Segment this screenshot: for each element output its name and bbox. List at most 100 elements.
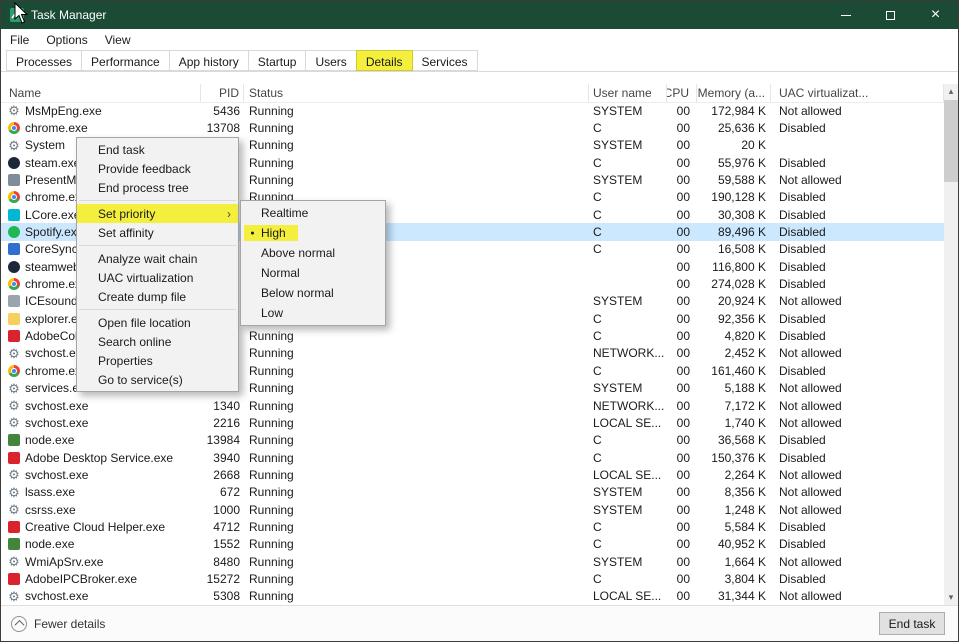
table-row[interactable]: AdobeIPCBroker.exe 15272 Running C 00 3,804 K… bbox=[1, 570, 944, 587]
menu-item-set-priority[interactable]: Set priority › bbox=[77, 204, 238, 223]
table-row[interactable]: svchost.exe 2216 Running LOCAL SE... 00 1,740… bbox=[1, 414, 944, 431]
cell-user-name: NETWORK... bbox=[593, 398, 665, 413]
menu-item-provide-feedback[interactable]: Provide feedback bbox=[77, 159, 238, 178]
menu-item-set-affinity[interactable]: Set affinity bbox=[77, 223, 238, 242]
column-header-status[interactable]: Status bbox=[244, 84, 589, 102]
tab-startup[interactable]: Startup bbox=[247, 50, 307, 71]
cell-status: Running bbox=[249, 398, 294, 413]
cell-memory: 116,800 K bbox=[712, 259, 766, 274]
table-row[interactable]: svchost.exe 5308 Running LOCAL SE... 00 31,34… bbox=[1, 588, 944, 605]
minimize-button[interactable] bbox=[823, 1, 868, 29]
cell-user-name: LOCAL SE... bbox=[593, 589, 662, 604]
scroll-up-icon[interactable]: ▴ bbox=[944, 84, 958, 99]
menu-file[interactable]: File bbox=[10, 33, 29, 47]
chrome-icon bbox=[8, 122, 20, 135]
scroll-down-icon[interactable]: ▾ bbox=[944, 590, 958, 605]
table-row[interactable]: csrss.exe 1000 Running SYSTEM 00 1,248 K Not a… bbox=[1, 501, 944, 518]
cell-memory: 161,460 K bbox=[711, 363, 766, 378]
table-row[interactable]: Creative Cloud Helper.exe 4712 Running C 00 5… bbox=[1, 518, 944, 535]
cell-cpu: 00 bbox=[676, 121, 690, 136]
column-header-memory[interactable]: Memory (a... bbox=[697, 84, 771, 102]
menu-item-label: UAC virtualization bbox=[98, 270, 194, 285]
table-row[interactable]: MsMpEng.exe 5436 Running SYSTEM 00 172,984 K N… bbox=[1, 102, 944, 119]
submenu-item-label: Normal bbox=[261, 266, 300, 280]
cell-cpu: 00 bbox=[676, 571, 690, 586]
submenu-item-below-normal[interactable]: Below normal bbox=[241, 283, 385, 303]
cell-memory: 4,820 K bbox=[724, 329, 766, 344]
menu-item-end-process-tree[interactable]: End process tree bbox=[77, 178, 238, 197]
menu-item-label: Analyze wait chain bbox=[98, 251, 198, 266]
radio-dot-icon: ● bbox=[250, 229, 255, 237]
submenu-item-realtime[interactable]: Realtime bbox=[241, 203, 385, 223]
cell-cpu: 00 bbox=[676, 450, 690, 465]
column-header-uac-virtualization[interactable]: UAC virtualizat... bbox=[771, 84, 944, 102]
cell-pid: 672 bbox=[219, 485, 240, 500]
table-row[interactable]: node.exe 1552 Running C 00 40,952 K Disabled bbox=[1, 536, 944, 553]
cell-memory: 7,172 K bbox=[724, 398, 766, 413]
submenu-item-normal[interactable]: Normal bbox=[241, 263, 385, 283]
cell-cpu: 00 bbox=[676, 398, 690, 413]
table-row[interactable]: WmiApSrv.exe 8480 Running SYSTEM 00 1,664 K No… bbox=[1, 553, 944, 570]
tab-users[interactable]: Users bbox=[305, 50, 357, 71]
submenu-item-high[interactable]: ● High bbox=[241, 223, 385, 243]
menu-item-go-to-service-s[interactable]: Go to service(s) bbox=[77, 370, 238, 389]
table-row[interactable]: node.exe 13984 Running C 00 36,568 K Disabled bbox=[1, 432, 944, 449]
menu-view[interactable]: View bbox=[105, 33, 131, 47]
menu-item-label: End task bbox=[98, 142, 145, 157]
table-row[interactable]: lsass.exe 672 Running SYSTEM 00 8,356 K Not al… bbox=[1, 484, 944, 501]
maximize-button[interactable] bbox=[868, 1, 913, 29]
menu-item-label: Create dump file bbox=[98, 289, 187, 304]
cell-user-name: SYSTEM bbox=[593, 502, 643, 517]
menu-item-label: Set priority bbox=[98, 206, 156, 221]
cell-uac: Disabled bbox=[779, 363, 826, 378]
column-header-name[interactable]: Name bbox=[1, 84, 201, 102]
close-button[interactable]: × bbox=[913, 1, 958, 29]
tab-processes[interactable]: Processes bbox=[6, 50, 83, 71]
cell-name: AdobeIPCBroker.exe bbox=[1, 572, 201, 586]
cell-status: Running bbox=[249, 363, 294, 378]
menu-options[interactable]: Options bbox=[46, 33, 87, 47]
menu-item-end-task[interactable]: End task bbox=[77, 140, 238, 159]
column-header-user-name[interactable]: User name bbox=[589, 84, 667, 102]
column-header-cpu[interactable]: CPU bbox=[667, 84, 697, 102]
menu-item-search-online[interactable]: Search online bbox=[77, 332, 238, 351]
tab-details[interactable]: Details bbox=[355, 50, 413, 71]
submenu-item-inner: Above normal bbox=[244, 245, 335, 261]
cell-status: Running bbox=[249, 450, 294, 465]
tab-services[interactable]: Services bbox=[411, 50, 478, 71]
cell-status: Running bbox=[249, 415, 294, 430]
cell-uac: Disabled bbox=[779, 190, 826, 205]
cell-status: Running bbox=[249, 571, 294, 586]
cell-pid: 4712 bbox=[213, 519, 240, 534]
cell-user-name: C bbox=[593, 225, 602, 240]
menu-separator bbox=[79, 309, 236, 310]
table-row[interactable]: svchost.exe 1340 Running NETWORK... 00 7,172 … bbox=[1, 397, 944, 414]
submenu-item-label: Low bbox=[261, 306, 284, 320]
cell-name: svchost.exe bbox=[1, 399, 201, 413]
tab-app-history[interactable]: App history bbox=[168, 50, 249, 71]
end-task-button[interactable]: End task bbox=[879, 612, 945, 635]
submenu-item-above-normal[interactable]: Above normal bbox=[241, 243, 385, 263]
cell-user-name: SYSTEM bbox=[593, 554, 643, 569]
table-row[interactable]: chrome.exe 13708 Running C 00 25,636 K Disable… bbox=[1, 119, 944, 136]
column-header-pid[interactable]: PID bbox=[201, 84, 244, 102]
menu-item-properties[interactable]: Properties bbox=[77, 351, 238, 370]
cell-status: Running bbox=[249, 589, 294, 604]
fewer-details-toggle[interactable]: Fewer details bbox=[11, 615, 105, 632]
submenu-item-inner: Realtime bbox=[244, 205, 308, 221]
menu-item-create-dump-file[interactable]: Create dump file bbox=[77, 287, 238, 306]
cell-cpu: 00 bbox=[676, 502, 690, 517]
scrollbar-thumb[interactable] bbox=[944, 100, 958, 182]
gear-icon bbox=[8, 347, 20, 359]
submenu-item-low[interactable]: Low bbox=[241, 303, 385, 323]
table-row[interactable]: Adobe Desktop Service.exe 3940 Running C 00 1… bbox=[1, 449, 944, 466]
table-row[interactable]: svchost.exe 2668 Running LOCAL SE... 00 2,264… bbox=[1, 466, 944, 483]
vertical-scrollbar[interactable]: ▴ ▾ bbox=[944, 84, 958, 605]
menu-item-uac-virtualization[interactable]: UAC virtualization bbox=[77, 268, 238, 287]
menu-item-analyze-wait-chain[interactable]: Analyze wait chain bbox=[77, 249, 238, 268]
cell-cpu: 00 bbox=[676, 381, 690, 396]
gear-icon bbox=[8, 504, 20, 516]
tab-performance[interactable]: Performance bbox=[81, 50, 170, 71]
cell-uac: Disabled bbox=[779, 311, 826, 326]
menu-item-open-file-location[interactable]: Open file location bbox=[77, 313, 238, 332]
